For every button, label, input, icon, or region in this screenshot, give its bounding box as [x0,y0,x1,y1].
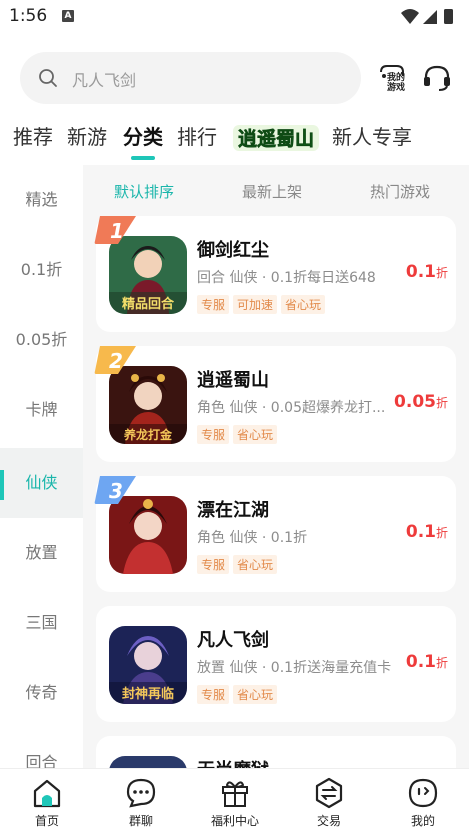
game-description: 放置 仙侠 · 0.1折送海量充值卡 [197,660,392,676]
category-sidebar: 精选 0.1折 0.05折 卡牌 仙侠 放置 三国 传奇 回合 [0,165,83,768]
search-input[interactable]: 凡人飞剑 [20,52,361,104]
tag: 专服 [197,295,230,314]
svg-text:精品回合: 精品回合 [122,296,175,312]
rank-badge-3: 3 [94,476,136,504]
sidebar-item-legend[interactable]: 传奇 [0,658,83,728]
trade-icon [315,777,343,809]
rank-badge-1: 1 [94,216,136,244]
game-card[interactable]: 3 漂在江湖 角色 仙侠 · 0.1折 专服 省心玩 0.1折 [94,476,456,592]
nav-profile[interactable]: 我的 [376,769,469,833]
sidebar-item-featured[interactable]: 精选 [0,165,83,235]
game-description: 角色 仙侠 · 0.1折 [197,530,308,546]
tab-newbie[interactable]: 新人专享 [332,121,412,150]
tag: 省心玩 [233,425,278,444]
game-tags: 专服 省心玩 [197,554,281,574]
discount-label: 0.1折 [405,522,448,542]
sidebar-item-0.1-discount[interactable]: 0.1折 [0,235,83,305]
svg-text:养龙打金: 养龙打金 [123,427,173,442]
nav-welfare-center[interactable]: 福利中心 [188,769,282,833]
tag: 省心玩 [233,685,278,704]
tab-recommend[interactable]: 推荐 [13,121,53,150]
battery-icon [444,9,453,24]
tag: 专服 [197,555,230,574]
status-icons [401,9,453,24]
tag: 专服 [197,425,230,444]
game-card[interactable]: 无尚魔狱 [96,736,456,768]
game-card[interactable]: 封神再临 凡人飞剑 放置 仙侠 · 0.1折送海量充值卡 专服 省心玩 0.1折 [96,606,456,722]
game-icon: 封神再临 [109,626,187,704]
search-icon [39,69,57,87]
sidebar-item-turn-based[interactable]: 回合 [0,728,83,768]
tab-ranking[interactable]: 排行 [177,121,217,150]
sidebar-item-three-kingdoms[interactable]: 三国 [0,588,83,658]
svg-text:逍遥蜀山: 逍遥蜀山 [238,127,314,150]
top-tabs: 推荐 新游 分类 排行 逍遥蜀山 新人专享 [0,121,469,161]
chat-icon [126,778,156,808]
signal-icon [423,10,437,24]
game-icon [109,756,187,768]
tag: 省心玩 [233,555,278,574]
status-time: 1:56 [9,6,48,26]
tab-new-games[interactable]: 新游 [67,121,107,150]
sidebar-item-idle[interactable]: 放置 [0,518,83,588]
gift-icon [222,781,248,807]
game-tags: 专服 可加速 省心玩 [197,294,329,314]
game-title: 御剑红尘 [197,240,269,261]
svg-text:2: 2 [109,349,123,373]
home-icon [33,779,61,808]
discount-label: 0.05折 [394,392,448,412]
nav-group-chat[interactable]: 群聊 [94,769,188,833]
game-title: 漂在江湖 [197,500,269,521]
tag: 省心玩 [281,295,326,314]
my-game-icon[interactable]: 我的 游戏 [375,62,409,94]
tab-underline [131,156,155,160]
game-tags: 专服 省心玩 [197,424,281,444]
svg-text:3: 3 [109,479,123,503]
game-description: 角色 仙侠 · 0.05超爆养龙打... [197,400,386,416]
sidebar-item-card[interactable]: 卡牌 [0,375,83,445]
game-title: 逍遥蜀山 [197,370,269,391]
game-title: 凡人飞剑 [197,630,269,651]
search-placeholder: 凡人飞剑 [72,71,137,90]
sidebar-item-xianxia[interactable]: 仙侠 [0,448,83,518]
profile-icon [408,778,438,808]
svg-text:游戏: 游戏 [387,81,405,93]
sidebar-active-indicator [0,470,4,500]
discount-label: 0.1折 [405,262,448,282]
game-title: 无尚魔狱 [197,756,269,768]
tag: 专服 [197,685,230,704]
rank-badge-2: 2 [94,346,136,374]
tab-category[interactable]: 分类 [123,121,163,150]
sidebar-item-0.05-discount[interactable]: 0.05折 [0,305,83,375]
svg-text:封神再临: 封神再临 [122,686,174,702]
tab-xiaoyao-shushan-logo[interactable]: 逍遥蜀山 [233,121,319,155]
game-tags: 专服 省心玩 [197,684,281,704]
sort-tab-popular[interactable]: 热门游戏 [370,181,430,202]
sort-tab-default[interactable]: 默认排序 [114,181,174,202]
sort-tab-newest[interactable]: 最新上架 [242,181,302,202]
wifi-icon [401,9,419,24]
nav-trade[interactable]: 交易 [282,769,376,833]
search-row: 凡人飞剑 我的 游戏 [0,52,469,104]
svg-text:1: 1 [110,219,124,243]
discount-label: 0.1折 [405,652,448,672]
game-card[interactable]: 养龙打金 2 逍遥蜀山 角色 仙侠 · 0.05超爆养龙打... 专服 省心玩 0… [94,346,456,462]
notification-icon: A [62,10,74,22]
content-area: 精选 0.1折 0.05折 卡牌 仙侠 放置 三国 传奇 回合 默认排序 最新上… [0,165,469,768]
game-description: 回合 仙侠 · 0.1折每日送648 [197,270,376,286]
game-card[interactable]: 精品回合 1 御剑红尘 回合 仙侠 · 0.1折每日送648 专服 可加速 省心玩 … [94,216,456,332]
customer-service-icon[interactable] [422,63,452,93]
status-bar: 1:56 A [0,0,469,34]
bottom-nav: 首页 群聊 福利中心 交易 我的 [0,768,469,833]
svg-text:我的: 我的 [387,71,405,83]
tag: 可加速 [233,295,278,314]
game-list-panel: 默认排序 最新上架 热门游戏 精品回合 1 御剑红尘 回合 仙侠 · 0.1折每… [83,165,469,768]
nav-home[interactable]: 首页 [0,769,94,833]
